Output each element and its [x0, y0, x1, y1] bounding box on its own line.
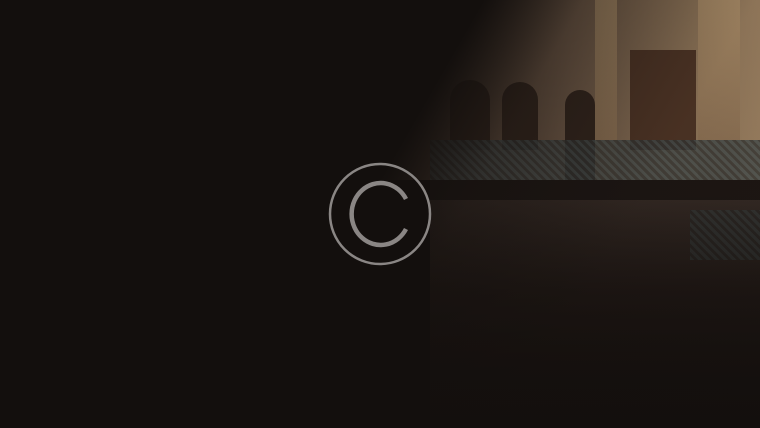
copyright-icon	[328, 162, 432, 266]
hero-image	[0, 0, 760, 428]
